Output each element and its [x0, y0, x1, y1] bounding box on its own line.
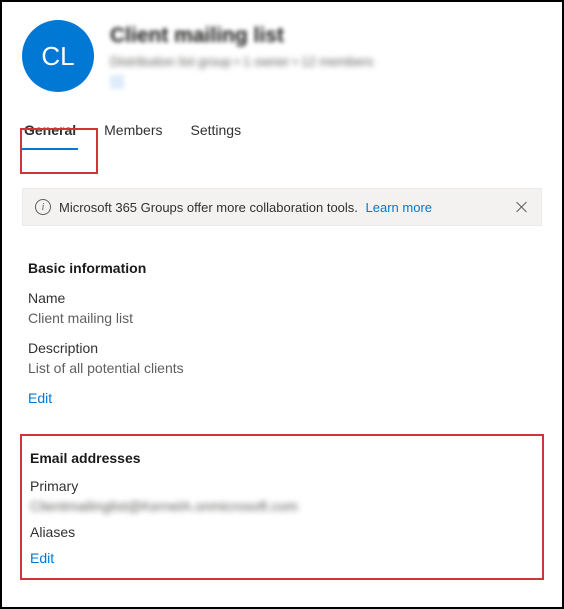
learn-more-link[interactable]: Learn more: [366, 200, 432, 215]
tab-general[interactable]: General: [22, 112, 78, 150]
primary-label: Primary: [30, 478, 534, 494]
group-tag: [110, 75, 124, 89]
aliases-label: Aliases: [30, 524, 534, 540]
edit-basic-link[interactable]: Edit: [28, 390, 52, 406]
tab-settings[interactable]: Settings: [189, 112, 244, 150]
group-subtitle: Distribution list group • 1 owner • 12 m…: [110, 54, 542, 69]
notice-message: Microsoft 365 Groups offer more collabor…: [59, 200, 358, 215]
info-notice: i Microsoft 365 Groups offer more collab…: [22, 188, 542, 226]
avatar: CL: [22, 20, 94, 92]
info-icon: i: [35, 199, 51, 215]
description-label: Description: [28, 340, 536, 356]
header-info: Client mailing list Distribution list gr…: [110, 20, 542, 94]
group-title: Client mailing list: [110, 24, 542, 48]
name-value: Client mailing list: [28, 310, 536, 326]
email-heading: Email addresses: [30, 450, 534, 466]
name-label: Name: [28, 290, 536, 306]
description-value: List of all potential clients: [28, 360, 536, 376]
email-addresses-section: Email addresses Primary Clientmailinglis…: [20, 434, 544, 580]
tab-members[interactable]: Members: [102, 112, 164, 150]
basic-information-section: Basic information Name Client mailing li…: [2, 260, 562, 408]
close-icon[interactable]: [515, 200, 529, 214]
edit-email-link[interactable]: Edit: [30, 550, 54, 566]
basic-info-heading: Basic information: [28, 260, 536, 276]
notice-text: Microsoft 365 Groups offer more collabor…: [59, 200, 507, 215]
panel-header: CL Client mailing list Distribution list…: [2, 2, 562, 104]
tabs: General Members Settings: [2, 112, 562, 150]
primary-value: Clientmailinglist@KernelA.onmicrosoft.co…: [30, 498, 534, 514]
